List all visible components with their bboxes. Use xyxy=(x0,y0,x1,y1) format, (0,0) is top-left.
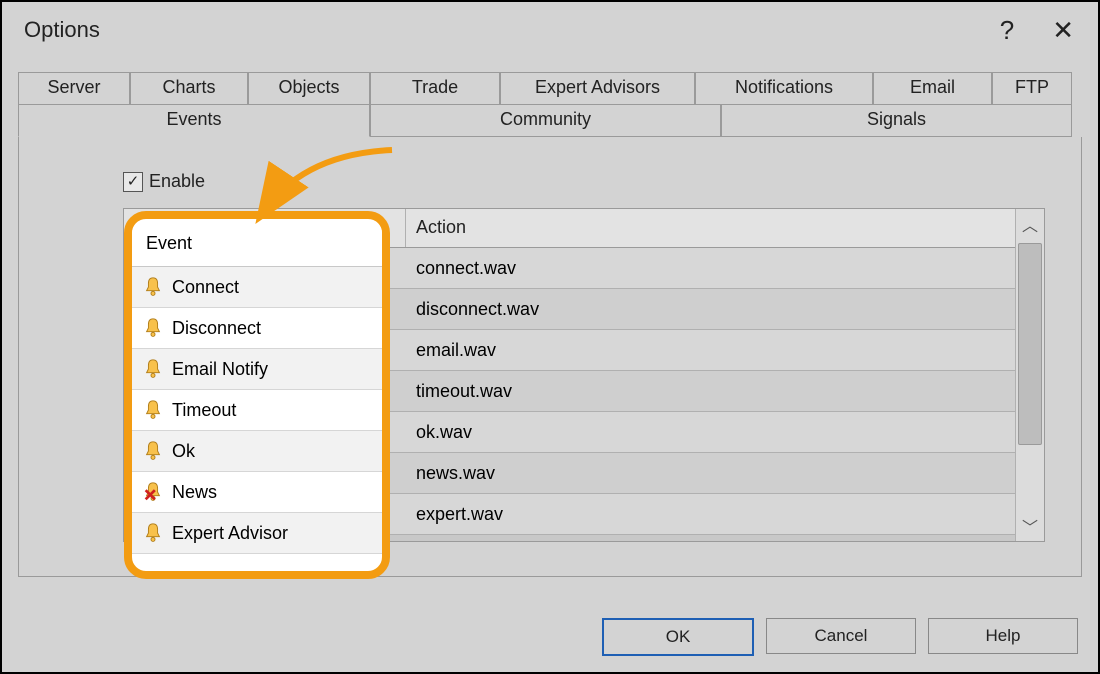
tab-ftp[interactable]: FTP xyxy=(992,72,1072,105)
cancel-button[interactable]: Cancel xyxy=(766,618,916,654)
event-action: disconnect.wav xyxy=(406,299,1044,320)
titlebar: Options ? ✕ xyxy=(2,2,1098,58)
callout-event-name: Email Notify xyxy=(172,359,268,380)
event-action: email.wav xyxy=(406,340,1044,361)
help-icon[interactable]: ? xyxy=(1000,17,1014,43)
tab-notifications[interactable]: Notifications xyxy=(695,72,873,105)
callout-event-name: Connect xyxy=(172,277,239,298)
tab-events[interactable]: Events xyxy=(18,105,370,137)
options-dialog: Options ? ✕ ServerChartsObjectsTradeExpe… xyxy=(0,0,1100,674)
enable-label: Enable xyxy=(149,171,205,192)
callout-event-row: Connect xyxy=(132,267,382,308)
tab-email[interactable]: Email xyxy=(873,72,992,105)
callout-event-row: Disconnect xyxy=(132,308,382,349)
tab-charts[interactable]: Charts xyxy=(130,72,248,105)
callout-event-row: Email Notify xyxy=(132,349,382,390)
scroll-up-arrow[interactable]: ︿ xyxy=(1018,209,1042,239)
bell-icon xyxy=(142,317,164,339)
bell-icon xyxy=(142,358,164,380)
bell-icon xyxy=(142,399,164,421)
callout-event-row: Timeout xyxy=(132,390,382,431)
tab-community[interactable]: Community xyxy=(370,105,721,137)
scroll-thumb[interactable] xyxy=(1018,243,1042,445)
event-column-callout: Event Connect Disconnect Email Notify Timeo… xyxy=(124,211,390,579)
tab-signals[interactable]: Signals xyxy=(721,105,1072,137)
bell-icon xyxy=(142,481,164,503)
callout-event-name: Timeout xyxy=(172,400,236,421)
tab-expert-advisors[interactable]: Expert Advisors xyxy=(500,72,695,105)
col-header-action[interactable]: Action xyxy=(406,209,1044,247)
close-icon[interactable]: ✕ xyxy=(1052,17,1074,43)
enable-checkbox[interactable] xyxy=(123,172,143,192)
window-title: Options xyxy=(24,17,100,43)
event-action: timeout.wav xyxy=(406,381,1044,402)
callout-event-row: News xyxy=(132,472,382,513)
tab-objects[interactable]: Objects xyxy=(248,72,370,105)
scroll-down-arrow[interactable]: ﹀ xyxy=(1016,511,1044,541)
bell-icon xyxy=(142,276,164,298)
event-action: connect.wav xyxy=(406,258,1044,279)
event-action: news.wav xyxy=(406,463,1044,484)
tab-trade[interactable]: Trade xyxy=(370,72,500,105)
help-button[interactable]: Help xyxy=(928,618,1078,654)
event-action: ok.wav xyxy=(406,422,1044,443)
event-action: expert.wav xyxy=(406,504,1044,525)
vertical-scrollbar[interactable]: ︿ ﹀ xyxy=(1015,209,1044,541)
callout-event-name: Ok xyxy=(172,441,195,462)
bell-icon xyxy=(142,440,164,462)
bell-icon xyxy=(142,522,164,544)
callout-event-name: Disconnect xyxy=(172,318,261,339)
callout-header: Event xyxy=(132,221,382,267)
ok-button[interactable]: OK xyxy=(602,618,754,656)
callout-event-row: Expert Advisor xyxy=(132,513,382,554)
callout-event-name: News xyxy=(172,482,217,503)
tab-server[interactable]: Server xyxy=(18,72,130,105)
callout-event-row: Ok xyxy=(132,431,382,472)
callout-event-name: Expert Advisor xyxy=(172,523,288,544)
